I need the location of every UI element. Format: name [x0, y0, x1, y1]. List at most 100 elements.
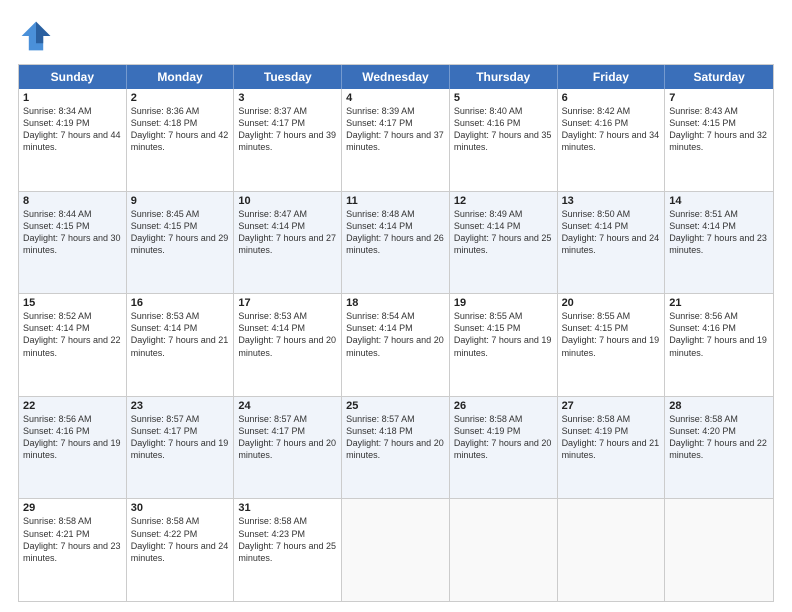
- header-day-thursday: Thursday: [450, 65, 558, 89]
- empty-cell-4-5: [558, 499, 666, 601]
- day-cell-31: 31Sunrise: 8:58 AMSunset: 4:23 PMDayligh…: [234, 499, 342, 601]
- day-number: 26: [454, 400, 553, 412]
- day-cell-4: 4Sunrise: 8:39 AMSunset: 4:17 PMDaylight…: [342, 89, 450, 191]
- week-row-3: 15Sunrise: 8:52 AMSunset: 4:14 PMDayligh…: [19, 293, 773, 396]
- week-row-2: 8Sunrise: 8:44 AMSunset: 4:15 PMDaylight…: [19, 191, 773, 294]
- day-cell-26: 26Sunrise: 8:58 AMSunset: 4:19 PMDayligh…: [450, 397, 558, 499]
- day-cell-6: 6Sunrise: 8:42 AMSunset: 4:16 PMDaylight…: [558, 89, 666, 191]
- day-cell-30: 30Sunrise: 8:58 AMSunset: 4:22 PMDayligh…: [127, 499, 235, 601]
- day-cell-10: 10Sunrise: 8:47 AMSunset: 4:14 PMDayligh…: [234, 192, 342, 294]
- cell-info: Sunrise: 8:39 AMSunset: 4:17 PMDaylight:…: [346, 105, 445, 154]
- page: SundayMondayTuesdayWednesdayThursdayFrid…: [0, 0, 792, 612]
- day-cell-2: 2Sunrise: 8:36 AMSunset: 4:18 PMDaylight…: [127, 89, 235, 191]
- cell-info: Sunrise: 8:44 AMSunset: 4:15 PMDaylight:…: [23, 208, 122, 257]
- cell-info: Sunrise: 8:47 AMSunset: 4:14 PMDaylight:…: [238, 208, 337, 257]
- day-number: 5: [454, 92, 553, 104]
- logo-icon: [18, 18, 54, 54]
- day-cell-29: 29Sunrise: 8:58 AMSunset: 4:21 PMDayligh…: [19, 499, 127, 601]
- day-cell-16: 16Sunrise: 8:53 AMSunset: 4:14 PMDayligh…: [127, 294, 235, 396]
- day-cell-23: 23Sunrise: 8:57 AMSunset: 4:17 PMDayligh…: [127, 397, 235, 499]
- logo: [18, 18, 58, 54]
- cell-info: Sunrise: 8:56 AMSunset: 4:16 PMDaylight:…: [23, 413, 122, 462]
- day-number: 10: [238, 195, 337, 207]
- day-number: 13: [562, 195, 661, 207]
- empty-cell-4-3: [342, 499, 450, 601]
- calendar: SundayMondayTuesdayWednesdayThursdayFrid…: [18, 64, 774, 602]
- day-number: 31: [238, 502, 337, 514]
- header-day-tuesday: Tuesday: [234, 65, 342, 89]
- day-cell-7: 7Sunrise: 8:43 AMSunset: 4:15 PMDaylight…: [665, 89, 773, 191]
- day-number: 24: [238, 400, 337, 412]
- day-cell-28: 28Sunrise: 8:58 AMSunset: 4:20 PMDayligh…: [665, 397, 773, 499]
- day-number: 28: [669, 400, 769, 412]
- cell-info: Sunrise: 8:51 AMSunset: 4:14 PMDaylight:…: [669, 208, 769, 257]
- cell-info: Sunrise: 8:57 AMSunset: 4:18 PMDaylight:…: [346, 413, 445, 462]
- cell-info: Sunrise: 8:58 AMSunset: 4:20 PMDaylight:…: [669, 413, 769, 462]
- day-number: 17: [238, 297, 337, 309]
- day-cell-3: 3Sunrise: 8:37 AMSunset: 4:17 PMDaylight…: [234, 89, 342, 191]
- day-cell-20: 20Sunrise: 8:55 AMSunset: 4:15 PMDayligh…: [558, 294, 666, 396]
- day-number: 11: [346, 195, 445, 207]
- day-number: 9: [131, 195, 230, 207]
- day-cell-22: 22Sunrise: 8:56 AMSunset: 4:16 PMDayligh…: [19, 397, 127, 499]
- cell-info: Sunrise: 8:37 AMSunset: 4:17 PMDaylight:…: [238, 105, 337, 154]
- day-cell-14: 14Sunrise: 8:51 AMSunset: 4:14 PMDayligh…: [665, 192, 773, 294]
- cell-info: Sunrise: 8:58 AMSunset: 4:19 PMDaylight:…: [562, 413, 661, 462]
- cell-info: Sunrise: 8:54 AMSunset: 4:14 PMDaylight:…: [346, 310, 445, 359]
- day-cell-11: 11Sunrise: 8:48 AMSunset: 4:14 PMDayligh…: [342, 192, 450, 294]
- day-number: 1: [23, 92, 122, 104]
- empty-cell-4-6: [665, 499, 773, 601]
- cell-info: Sunrise: 8:52 AMSunset: 4:14 PMDaylight:…: [23, 310, 122, 359]
- day-cell-1: 1Sunrise: 8:34 AMSunset: 4:19 PMDaylight…: [19, 89, 127, 191]
- day-number: 15: [23, 297, 122, 309]
- day-cell-21: 21Sunrise: 8:56 AMSunset: 4:16 PMDayligh…: [665, 294, 773, 396]
- header-day-friday: Friday: [558, 65, 666, 89]
- day-number: 21: [669, 297, 769, 309]
- cell-info: Sunrise: 8:36 AMSunset: 4:18 PMDaylight:…: [131, 105, 230, 154]
- week-row-5: 29Sunrise: 8:58 AMSunset: 4:21 PMDayligh…: [19, 498, 773, 601]
- cell-info: Sunrise: 8:55 AMSunset: 4:15 PMDaylight:…: [454, 310, 553, 359]
- cell-info: Sunrise: 8:58 AMSunset: 4:22 PMDaylight:…: [131, 515, 230, 564]
- header-day-saturday: Saturday: [665, 65, 773, 89]
- day-number: 20: [562, 297, 661, 309]
- cell-info: Sunrise: 8:43 AMSunset: 4:15 PMDaylight:…: [669, 105, 769, 154]
- cell-info: Sunrise: 8:57 AMSunset: 4:17 PMDaylight:…: [238, 413, 337, 462]
- cell-info: Sunrise: 8:57 AMSunset: 4:17 PMDaylight:…: [131, 413, 230, 462]
- cell-info: Sunrise: 8:34 AMSunset: 4:19 PMDaylight:…: [23, 105, 122, 154]
- cell-info: Sunrise: 8:53 AMSunset: 4:14 PMDaylight:…: [238, 310, 337, 359]
- day-number: 16: [131, 297, 230, 309]
- day-number: 7: [669, 92, 769, 104]
- day-cell-27: 27Sunrise: 8:58 AMSunset: 4:19 PMDayligh…: [558, 397, 666, 499]
- day-cell-12: 12Sunrise: 8:49 AMSunset: 4:14 PMDayligh…: [450, 192, 558, 294]
- cell-info: Sunrise: 8:58 AMSunset: 4:19 PMDaylight:…: [454, 413, 553, 462]
- day-cell-24: 24Sunrise: 8:57 AMSunset: 4:17 PMDayligh…: [234, 397, 342, 499]
- day-number: 30: [131, 502, 230, 514]
- day-number: 2: [131, 92, 230, 104]
- day-number: 22: [23, 400, 122, 412]
- day-cell-5: 5Sunrise: 8:40 AMSunset: 4:16 PMDaylight…: [450, 89, 558, 191]
- day-number: 6: [562, 92, 661, 104]
- day-number: 14: [669, 195, 769, 207]
- day-cell-18: 18Sunrise: 8:54 AMSunset: 4:14 PMDayligh…: [342, 294, 450, 396]
- day-number: 29: [23, 502, 122, 514]
- header-day-wednesday: Wednesday: [342, 65, 450, 89]
- day-cell-9: 9Sunrise: 8:45 AMSunset: 4:15 PMDaylight…: [127, 192, 235, 294]
- week-row-4: 22Sunrise: 8:56 AMSunset: 4:16 PMDayligh…: [19, 396, 773, 499]
- day-number: 8: [23, 195, 122, 207]
- day-number: 3: [238, 92, 337, 104]
- day-number: 27: [562, 400, 661, 412]
- day-cell-15: 15Sunrise: 8:52 AMSunset: 4:14 PMDayligh…: [19, 294, 127, 396]
- calendar-body: 1Sunrise: 8:34 AMSunset: 4:19 PMDaylight…: [19, 89, 773, 601]
- cell-info: Sunrise: 8:48 AMSunset: 4:14 PMDaylight:…: [346, 208, 445, 257]
- day-cell-17: 17Sunrise: 8:53 AMSunset: 4:14 PMDayligh…: [234, 294, 342, 396]
- cell-info: Sunrise: 8:45 AMSunset: 4:15 PMDaylight:…: [131, 208, 230, 257]
- day-cell-8: 8Sunrise: 8:44 AMSunset: 4:15 PMDaylight…: [19, 192, 127, 294]
- day-number: 18: [346, 297, 445, 309]
- empty-cell-4-4: [450, 499, 558, 601]
- cell-info: Sunrise: 8:49 AMSunset: 4:14 PMDaylight:…: [454, 208, 553, 257]
- cell-info: Sunrise: 8:50 AMSunset: 4:14 PMDaylight:…: [562, 208, 661, 257]
- week-row-1: 1Sunrise: 8:34 AMSunset: 4:19 PMDaylight…: [19, 89, 773, 191]
- day-cell-25: 25Sunrise: 8:57 AMSunset: 4:18 PMDayligh…: [342, 397, 450, 499]
- day-number: 25: [346, 400, 445, 412]
- day-number: 12: [454, 195, 553, 207]
